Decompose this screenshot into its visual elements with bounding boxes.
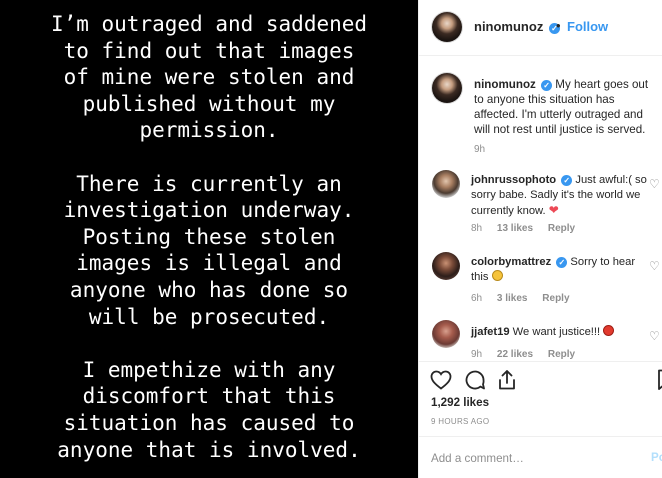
- post-image-text-line: anyone who has done so: [69, 277, 349, 302]
- caption-username[interactable]: ninomunoz: [474, 78, 536, 91]
- follow-button[interactable]: Follow: [567, 19, 608, 34]
- commenter-username[interactable]: johnrussophoto: [471, 174, 556, 186]
- comment-likes[interactable]: 3 likes: [497, 293, 528, 304]
- comment-time[interactable]: 8h: [471, 223, 482, 234]
- comment-likes[interactable]: 13 likes: [497, 223, 533, 234]
- post-image-text-line: permission.: [139, 118, 279, 143]
- verified-icon: ✓: [541, 80, 553, 91]
- post-image-text-line: There is currently an: [76, 171, 342, 196]
- like-icon[interactable]: [429, 368, 453, 392]
- post-image-text-line: anyone that is involved.: [57, 437, 361, 462]
- flushed-face-emoji-icon: [491, 270, 503, 281]
- caption-avatar[interactable]: [432, 73, 462, 103]
- comment-meta: 6h 3 likes Reply: [471, 293, 582, 304]
- post-side-panel: ninomunoz ✓ • Follow ninomunoz ✓ My hear…: [418, 0, 662, 478]
- post-image-text-line: I empethize with any: [82, 357, 336, 382]
- author-username-text[interactable]: ninomunoz: [474, 19, 543, 34]
- like-comment-icon[interactable]: ♡: [649, 178, 660, 190]
- post-image-text-line: Posting these stolen: [82, 224, 336, 249]
- author-username[interactable]: ninomunoz ✓: [474, 19, 560, 34]
- action-bar: [419, 361, 662, 399]
- comment-text: We want justice!!!: [512, 326, 601, 338]
- comment-meta: 9h 22 likes Reply: [471, 349, 587, 360]
- post-image-text-line: situation has caused to: [63, 410, 355, 435]
- commenter-username[interactable]: jjafet19: [471, 326, 510, 338]
- share-icon[interactable]: [495, 368, 519, 392]
- caption: ninomunoz ✓ My heart goes out to anyone …: [474, 77, 660, 137]
- angry-face-emoji-icon: [603, 325, 615, 336]
- post-image-text-line: will be prosecuted.: [88, 304, 330, 329]
- verified-icon: ✓: [556, 257, 568, 268]
- red-heart-emoji-icon: ❤: [548, 203, 559, 217]
- post-image-text-line: investigation underway.: [63, 198, 355, 223]
- like-comment-icon[interactable]: ♡: [649, 260, 660, 272]
- reply-button[interactable]: Reply: [542, 293, 569, 304]
- comment-likes[interactable]: 22 likes: [497, 349, 533, 360]
- post-timestamp[interactable]: 9 HOURS AGO: [431, 417, 489, 426]
- likes-count[interactable]: 1,292 likes: [431, 396, 489, 409]
- save-icon[interactable]: [655, 368, 662, 392]
- post-image-text-line: published without my: [82, 91, 336, 116]
- commenter-avatar[interactable]: [432, 170, 460, 198]
- comment-body: johnrussophoto ✓ Just awful:( so sorry b…: [471, 173, 649, 219]
- post-image-text-line: I’m outraged and saddened: [50, 12, 368, 36]
- comment-time[interactable]: 6h: [471, 293, 482, 304]
- author-avatar[interactable]: [432, 12, 462, 42]
- post-image-text-line: images is illegal and: [76, 251, 342, 276]
- post-image-text-line: discomfort that this: [82, 384, 336, 409]
- comment-body: jjafet19 We want justice!!!: [471, 325, 649, 340]
- comment-body: colorbymattrez ✓ Sorry to hear this: [471, 255, 649, 285]
- add-comment-bar: Po: [419, 436, 662, 478]
- header-separator: •: [556, 18, 561, 33]
- post-image-text-line: to find out that images: [63, 38, 355, 63]
- comment-meta: 8h 13 likes Reply: [471, 223, 587, 234]
- post-image-paragraph: There is currently an investigation under…: [0, 171, 418, 331]
- post-image: I’m outraged and saddened to find out tha…: [0, 0, 418, 478]
- commenter-username[interactable]: colorbymattrez: [471, 256, 551, 268]
- post-header: ninomunoz ✓ • Follow: [419, 0, 662, 56]
- post-comment-button[interactable]: Po: [651, 451, 662, 464]
- post-image-paragraph: I empethize with any discomfort that this…: [0, 357, 418, 463]
- commenter-avatar[interactable]: [432, 320, 460, 348]
- comment-input[interactable]: [431, 449, 631, 467]
- comment-time[interactable]: 9h: [471, 349, 482, 360]
- commenter-avatar[interactable]: [432, 252, 460, 280]
- verified-icon: ✓: [561, 175, 573, 186]
- reply-button[interactable]: Reply: [548, 223, 575, 234]
- comment-icon[interactable]: [463, 368, 487, 392]
- post-image-text-line: of mine were stolen and: [63, 65, 355, 90]
- post-image-paragraph: I’m outraged and saddened to find out tha…: [0, 11, 418, 144]
- like-comment-icon[interactable]: ♡: [649, 330, 660, 342]
- reply-button[interactable]: Reply: [548, 349, 575, 360]
- caption-time[interactable]: 9h: [474, 144, 485, 155]
